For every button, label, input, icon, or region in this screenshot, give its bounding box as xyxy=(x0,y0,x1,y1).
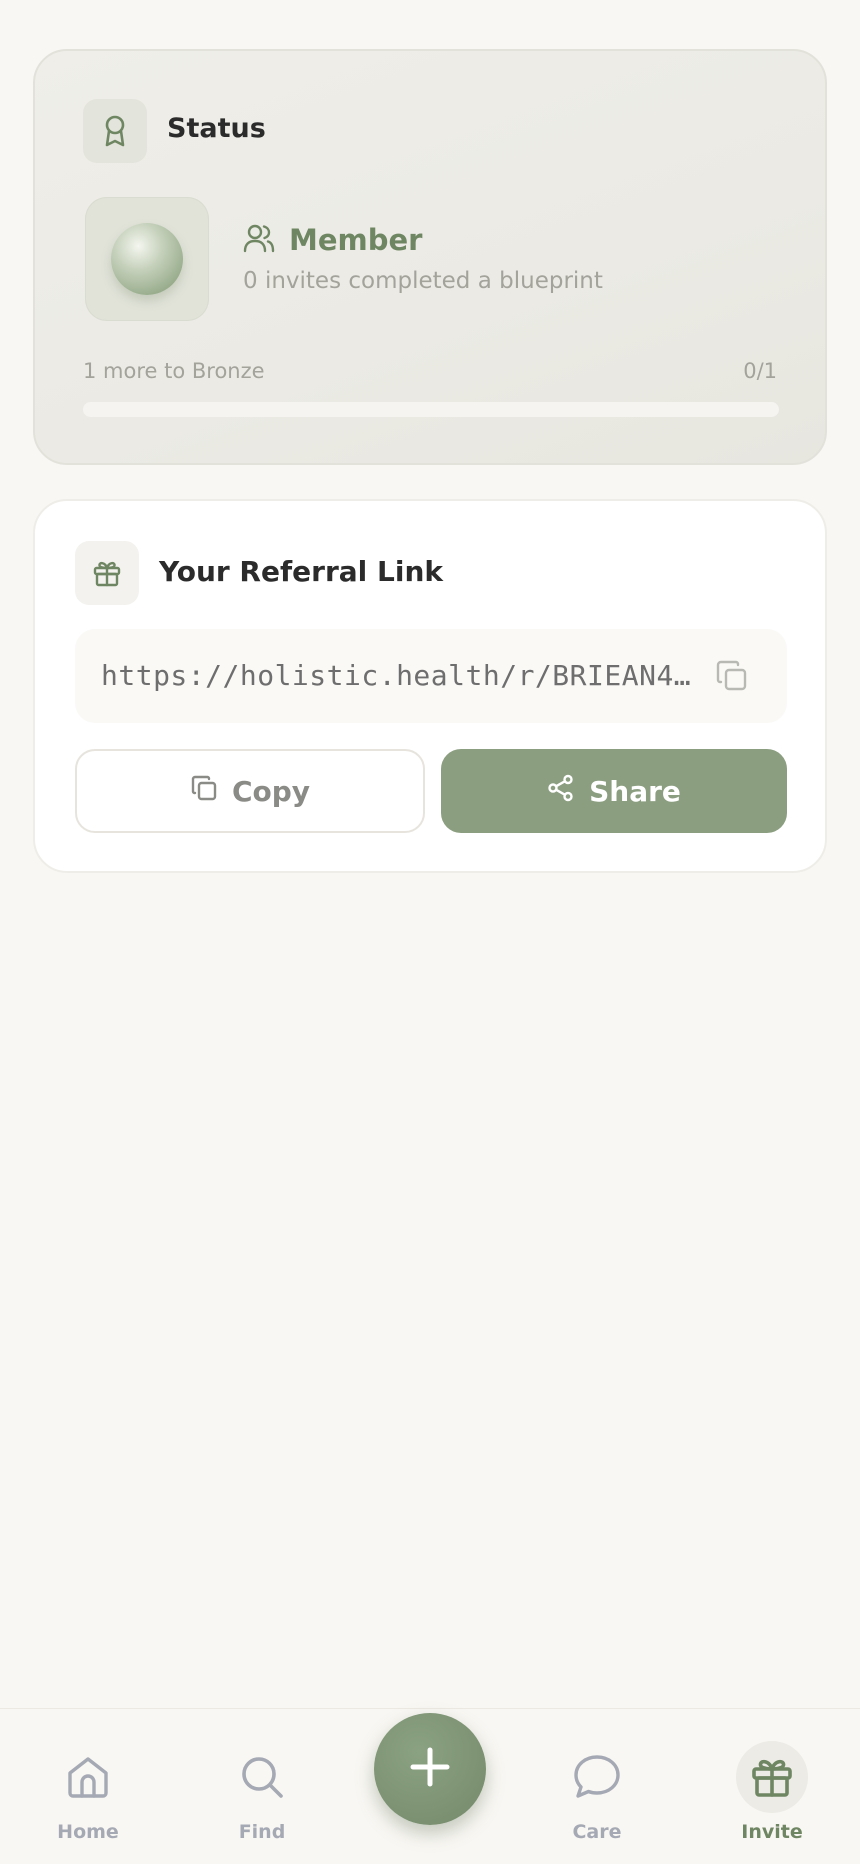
status-card: Status Member 0 invites completed a blue… xyxy=(33,49,827,465)
users-icon xyxy=(243,223,275,257)
nav-item-find[interactable]: Find xyxy=(202,1747,322,1843)
nav-label-invite: Invite xyxy=(741,1821,803,1843)
tier-heading: Member xyxy=(243,223,422,257)
referral-title: Your Referral Link xyxy=(159,555,444,588)
chat-bubble-icon xyxy=(567,1747,627,1807)
invite-screen: Status Member 0 invites completed a blue… xyxy=(0,0,860,1864)
nav-item-care[interactable]: Care xyxy=(537,1747,657,1843)
referral-card: Your Referral Link https://holistic.heal… xyxy=(33,499,827,873)
nav-item-home[interactable]: Home xyxy=(28,1747,148,1843)
share-button[interactable]: Share xyxy=(441,749,787,833)
copy-icon xyxy=(190,774,218,809)
share-icon xyxy=(547,774,575,809)
tier-badge xyxy=(85,197,209,321)
nav-label-find: Find xyxy=(238,1821,286,1843)
add-button[interactable] xyxy=(374,1713,486,1825)
progress-count: 0/1 xyxy=(743,359,777,383)
nav-item-invite[interactable]: Invite xyxy=(712,1741,832,1843)
copy-button[interactable]: Copy xyxy=(75,749,425,833)
status-title: Status xyxy=(167,113,266,144)
tier-orb-icon xyxy=(111,223,183,295)
plus-icon xyxy=(409,1746,451,1792)
nav-label-care: Care xyxy=(572,1821,622,1843)
tier-name: Member xyxy=(289,223,423,257)
share-button-label: Share xyxy=(589,774,681,808)
progress-label: 1 more to Bronze xyxy=(83,359,265,383)
bottom-nav: Home Find Care Invite xyxy=(0,1708,860,1864)
referral-link-text[interactable]: https://holistic.health/r/BRIEAN47… xyxy=(101,659,701,692)
progress-bar xyxy=(83,402,779,417)
home-icon xyxy=(58,1747,118,1807)
nav-label-home: Home xyxy=(57,1821,119,1843)
award-icon xyxy=(83,99,147,163)
gift-icon xyxy=(736,1741,808,1813)
referral-link-field[interactable]: https://holistic.health/r/BRIEAN47… xyxy=(75,629,787,723)
copy-link-icon[interactable] xyxy=(715,659,749,697)
copy-button-label: Copy xyxy=(231,774,311,808)
tier-description: 0 invites completed a blueprint xyxy=(243,268,603,294)
search-icon xyxy=(232,1747,292,1807)
gift-icon xyxy=(75,541,139,605)
